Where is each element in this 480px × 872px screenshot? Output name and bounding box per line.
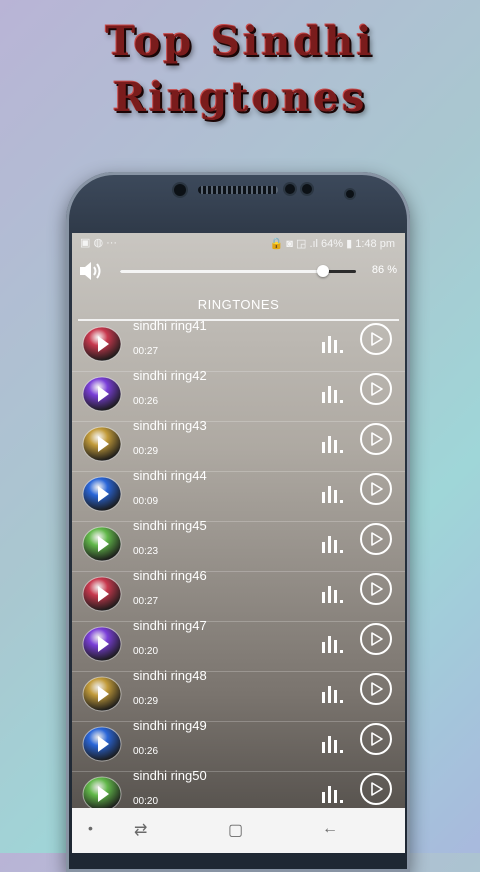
volume-percent: 86 % (371, 264, 397, 276)
ringtone-title: sindhi ring49 (133, 718, 207, 733)
sensor-dot (302, 184, 312, 194)
play-button[interactable] (360, 523, 392, 555)
ringtone-row[interactable]: sindhi ring43 00:29 (72, 418, 405, 472)
status-left: ▣ ◍ ··· (80, 237, 118, 249)
play-button[interactable] (360, 673, 392, 705)
equalizer-icon[interactable] (321, 683, 345, 703)
play-ball-icon[interactable] (82, 626, 122, 662)
ringtone-duration: 00:26 (133, 746, 159, 757)
status-right: 🔒 ◙ ◲ .ıl 64% ▮ 1:48 pm (269, 238, 395, 250)
volume-thumb[interactable] (316, 265, 329, 277)
play-ball-icon[interactable] (82, 726, 122, 762)
play-ball-icon[interactable] (82, 776, 122, 812)
equalizer-icon[interactable] (321, 783, 345, 803)
promo-title-line2: Ringtones (112, 74, 368, 121)
ringtone-title: sindhi ring44 (133, 468, 207, 483)
volume-slider[interactable] (120, 265, 356, 277)
volume-row: 86 % (72, 257, 405, 285)
tab-ringtones[interactable]: RINGTONES (72, 291, 405, 319)
ringtone-title: sindhi ring47 (133, 618, 207, 633)
ringtone-row[interactable]: sindhi ring46 00:27 (72, 568, 405, 622)
equalizer-icon[interactable] (321, 333, 345, 353)
ringtone-row[interactable]: sindhi ring47 00:20 (72, 618, 405, 672)
play-button[interactable] (360, 723, 392, 755)
recent-apps-icon[interactable]: ⇄ (134, 820, 147, 840)
ringtone-duration: 00:29 (133, 696, 159, 707)
ringtone-title: sindhi ring41 (133, 318, 207, 333)
ringtone-duration: 00:20 (133, 796, 159, 807)
equalizer-icon[interactable] (321, 733, 345, 753)
equalizer-icon[interactable] (321, 383, 345, 403)
ringtone-row[interactable]: sindhi ring44 00:09 (72, 468, 405, 522)
equalizer-icon[interactable] (321, 583, 345, 603)
ringtone-duration: 00:23 (133, 546, 159, 557)
nav-dot-icon[interactable]: • (88, 820, 93, 836)
ringtone-title: sindhi ring43 (133, 418, 207, 433)
ringtone-duration: 00:26 (133, 396, 159, 407)
ringtone-duration: 00:09 (133, 496, 159, 507)
speaker-volume-icon[interactable] (78, 259, 104, 283)
ringtone-row[interactable]: sindhi ring41 00:27 (72, 318, 405, 372)
promo-title-line1: Top Sindhi (105, 18, 375, 65)
ringtone-row[interactable]: sindhi ring42 00:26 (72, 368, 405, 422)
play-button[interactable] (360, 773, 392, 805)
sensor-dot (346, 190, 354, 198)
play-ball-icon[interactable] (82, 576, 122, 612)
play-button[interactable] (360, 423, 392, 455)
phone-speaker (198, 186, 278, 194)
ringtone-title: sindhi ring50 (133, 768, 207, 783)
play-ball-icon[interactable] (82, 426, 122, 462)
equalizer-icon[interactable] (321, 633, 345, 653)
sensor-dot (285, 184, 295, 194)
play-button[interactable] (360, 373, 392, 405)
play-ball-icon[interactable] (82, 676, 122, 712)
play-button[interactable] (360, 473, 392, 505)
ringtone-title: sindhi ring46 (133, 568, 207, 583)
play-button[interactable] (360, 323, 392, 355)
front-camera (174, 184, 186, 196)
ringtone-title: sindhi ring45 (133, 518, 207, 533)
equalizer-icon[interactable] (321, 483, 345, 503)
equalizer-icon[interactable] (321, 433, 345, 453)
status-bar: ▣ ◍ ··· 🔒 ◙ ◲ .ıl 64% ▮ 1:48 pm (72, 233, 405, 253)
ringtone-title: sindhi ring42 (133, 368, 207, 383)
ringtone-row[interactable]: sindhi ring49 00:26 (72, 718, 405, 772)
ringtone-row[interactable]: sindhi ring45 00:23 (72, 518, 405, 572)
navigation-bar: • ⇄ ▢ ← (72, 808, 405, 853)
ringtone-duration: 00:20 (133, 646, 159, 657)
play-ball-icon[interactable] (82, 476, 122, 512)
volume-fill (120, 270, 323, 273)
play-ball-icon[interactable] (82, 526, 122, 562)
back-icon[interactable]: ← (322, 820, 338, 838)
ringtone-title: sindhi ring48 (133, 668, 207, 683)
equalizer-icon[interactable] (321, 533, 345, 553)
app-screen: ▣ ◍ ··· 🔒 ◙ ◲ .ıl 64% ▮ 1:48 pm 86 % RIN… (72, 233, 405, 848)
ringtone-duration: 00:29 (133, 446, 159, 457)
play-button[interactable] (360, 573, 392, 605)
home-icon[interactable]: ▢ (228, 820, 243, 840)
play-ball-icon[interactable] (82, 376, 122, 412)
ringtone-row[interactable]: sindhi ring48 00:29 (72, 668, 405, 722)
play-button[interactable] (360, 623, 392, 655)
ringtone-duration: 00:27 (133, 596, 159, 607)
ringtone-duration: 00:27 (133, 346, 159, 357)
play-ball-icon[interactable] (82, 326, 122, 362)
promo-title: Top Sindhi Ringtones (0, 14, 480, 126)
